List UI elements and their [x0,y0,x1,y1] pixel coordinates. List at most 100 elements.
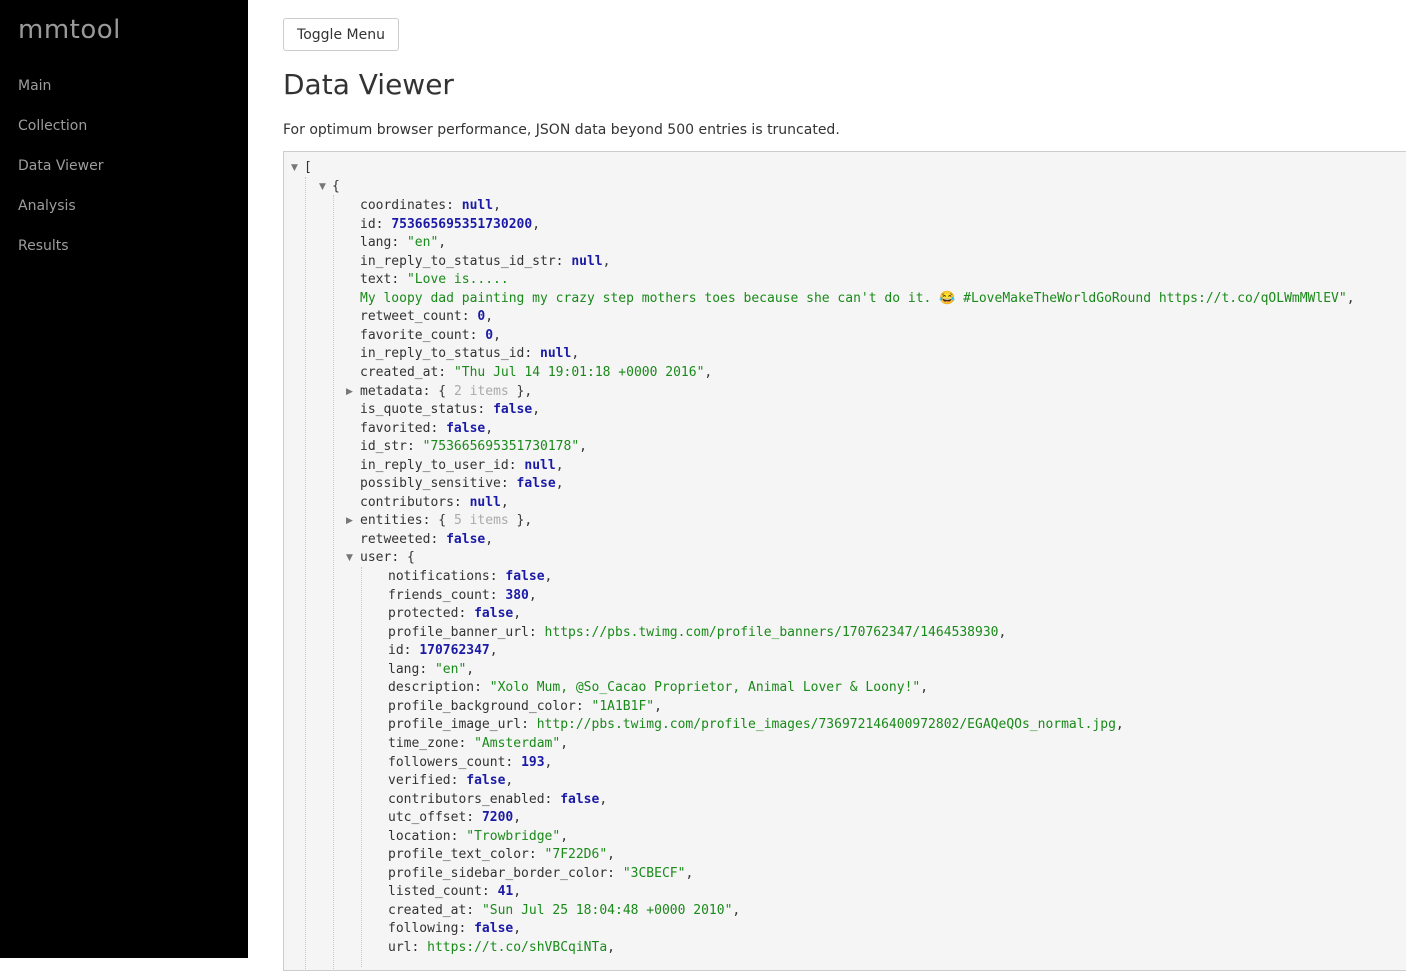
json-field-user: user: { [360,550,415,566]
nav-item-data-viewer[interactable]: Data Viewer [18,158,103,174]
json-key: description [388,680,475,696]
json-key: favorited [360,420,431,436]
json-value: 380 [505,587,529,603]
json-key: listed_count [388,884,482,900]
json-key: entities [360,513,423,529]
json-key: coordinates [360,198,447,213]
collapse-user-icon[interactable]: ▼ [346,549,353,567]
json-field-favorited: favorited: false, [360,420,494,436]
json-key: lang [360,235,392,251]
json-user-field-profile-image-url: profile_image_url: http://pbs.twimg.com/… [388,717,1124,733]
json-value: null [540,346,572,362]
json-key: contributors [360,494,454,510]
json-key: verified [388,773,451,789]
json-value: "Love is..... [406,272,509,288]
json-key: id_str [360,439,407,455]
json-user-field-profile-text-color: profile_text_color: "7F22D6", [388,847,615,863]
json-field-in-reply-to-status-id: in_reply_to_status_id: null, [360,346,580,362]
json-key: location [388,828,451,844]
indent-guide [305,177,306,970]
json-value: "Amsterdam" [474,735,561,751]
json-field-coordinates: coordinates: null, [360,198,501,213]
json-user-field-protected: protected: false, [388,606,522,622]
toggle-menu-button[interactable]: Toggle Menu [283,18,399,51]
json-field-contributors: contributors: null, [360,494,509,510]
nav-item-main[interactable]: Main [18,78,51,94]
json-user-field-time-zone: time_zone: "Amsterdam", [388,735,569,751]
json-value: "Trowbridge" [466,828,561,844]
json-field-in-reply-to-user-id: in_reply_to_user_id: null, [360,457,564,473]
json-value: "1A1B1F" [591,698,655,714]
json-value: 0 [485,327,494,343]
nav-item-results[interactable]: Results [18,238,69,254]
json-key: profile_text_color [388,847,529,863]
json-field-created-at: created_at: "Thu Jul 14 19:01:18 +0000 2… [360,364,713,380]
main-content: Toggle Menu Data Viewer For optimum brow… [248,0,1406,971]
indent-guide [333,195,334,970]
collapse-item-icon[interactable]: ▼ [319,178,326,196]
json-user-field-friends-count: friends_count: 380, [388,587,537,603]
json-key: profile_background_color [388,698,576,714]
json-key: url [388,940,412,955]
json-value: "Xolo Mum, @So_Cacao Proprietor, Animal … [489,680,921,696]
json-value: 170762347 [419,643,490,659]
json-key: metadata [360,383,423,399]
json-value: https://pbs.twimg.com/profile_banners/17… [544,624,999,640]
json-value: https://t.co/shVBCqiNTa [427,940,608,955]
json-root-bracket: [ [304,160,312,175]
json-value: "753665695351730178" [422,439,580,455]
json-field-favorite-count: favorite_count: 0, [360,327,501,343]
json-field-lang: lang: "en", [360,235,447,251]
json-value: false [516,476,556,492]
json-field-metadata: metadata: { 2 items }, [360,383,533,399]
json-key: text [360,272,392,288]
json-key: user [360,550,392,566]
expand-metadata-icon[interactable]: ▶ [346,383,353,401]
json-value: "Sun Jul 25 18:04:48 +0000 2010" [481,902,733,918]
json-viewer[interactable]: ▼ [ ▼ { coordinates: null, id: 7536656953… [283,151,1406,971]
json-key: followers_count [388,754,506,770]
nav-item-collection[interactable]: Collection [18,118,87,134]
json-user-field-location: location: "Trowbridge", [388,828,569,844]
json-field-retweeted: retweeted: false, [360,531,494,547]
json-key: in_reply_to_status_id_str [360,253,556,269]
json-key: time_zone [388,735,459,751]
json-brace: { [406,550,415,566]
app-brand[interactable]: mmtool [18,15,121,45]
json-key: created_at [388,902,467,918]
nav-item-analysis[interactable]: Analysis [18,198,76,214]
json-value: "3CBECF" [622,865,686,881]
json-user-field-contributors-enabled: contributors_enabled: false, [388,791,608,807]
collapse-root-icon[interactable]: ▼ [291,159,298,177]
json-value: null [524,457,556,473]
json-user-field-profile-background-color: profile_background_color: "1A1B1F", [388,698,662,714]
json-user-field-url: url: https://t.co/shVBCqiNTa, [388,940,615,955]
json-key: profile_image_url [388,717,522,733]
json-key: id [360,216,376,232]
json-key: in_reply_to_status_id [360,346,525,362]
json-value: "en" [434,661,467,677]
json-value: false [493,402,533,418]
json-value-continuation: My loopy dad painting my crazy step moth… [360,290,1347,306]
json-user-field-profile-sidebar-border-color: profile_sidebar_border_color: "3CBECF", [388,865,694,881]
json-key: favorite_count [360,327,470,343]
json-user-field-utc-offset: utc_offset: 7200, [388,810,522,826]
json-key: lang [388,661,420,677]
json-field-id: id: 753665695351730200, [360,216,541,232]
json-user-field-verified: verified: false, [388,773,514,789]
json-user-field-lang: lang: "en", [388,661,475,677]
json-user-field-listed-count: listed_count: 41, [388,884,522,900]
json-key: in_reply_to_user_id [360,457,509,473]
json-key: retweet_count [360,309,462,325]
json-field-is-quote-status: is_quote_status: false, [360,402,541,418]
json-user-field-id: id: 170762347, [388,643,498,659]
json-value: "Thu Jul 14 19:01:18 +0000 2016" [453,364,705,380]
json-value: "en" [406,235,439,251]
json-value: false [446,531,486,547]
expand-entities-icon[interactable]: ▶ [346,512,353,530]
json-key: id [388,643,404,659]
json-user-field-notifications: notifications: false, [388,569,553,584]
json-field-entities: entities: { 5 items }, [360,513,533,529]
json-key: following [388,921,459,937]
json-key: possibly_sensitive [360,476,501,492]
